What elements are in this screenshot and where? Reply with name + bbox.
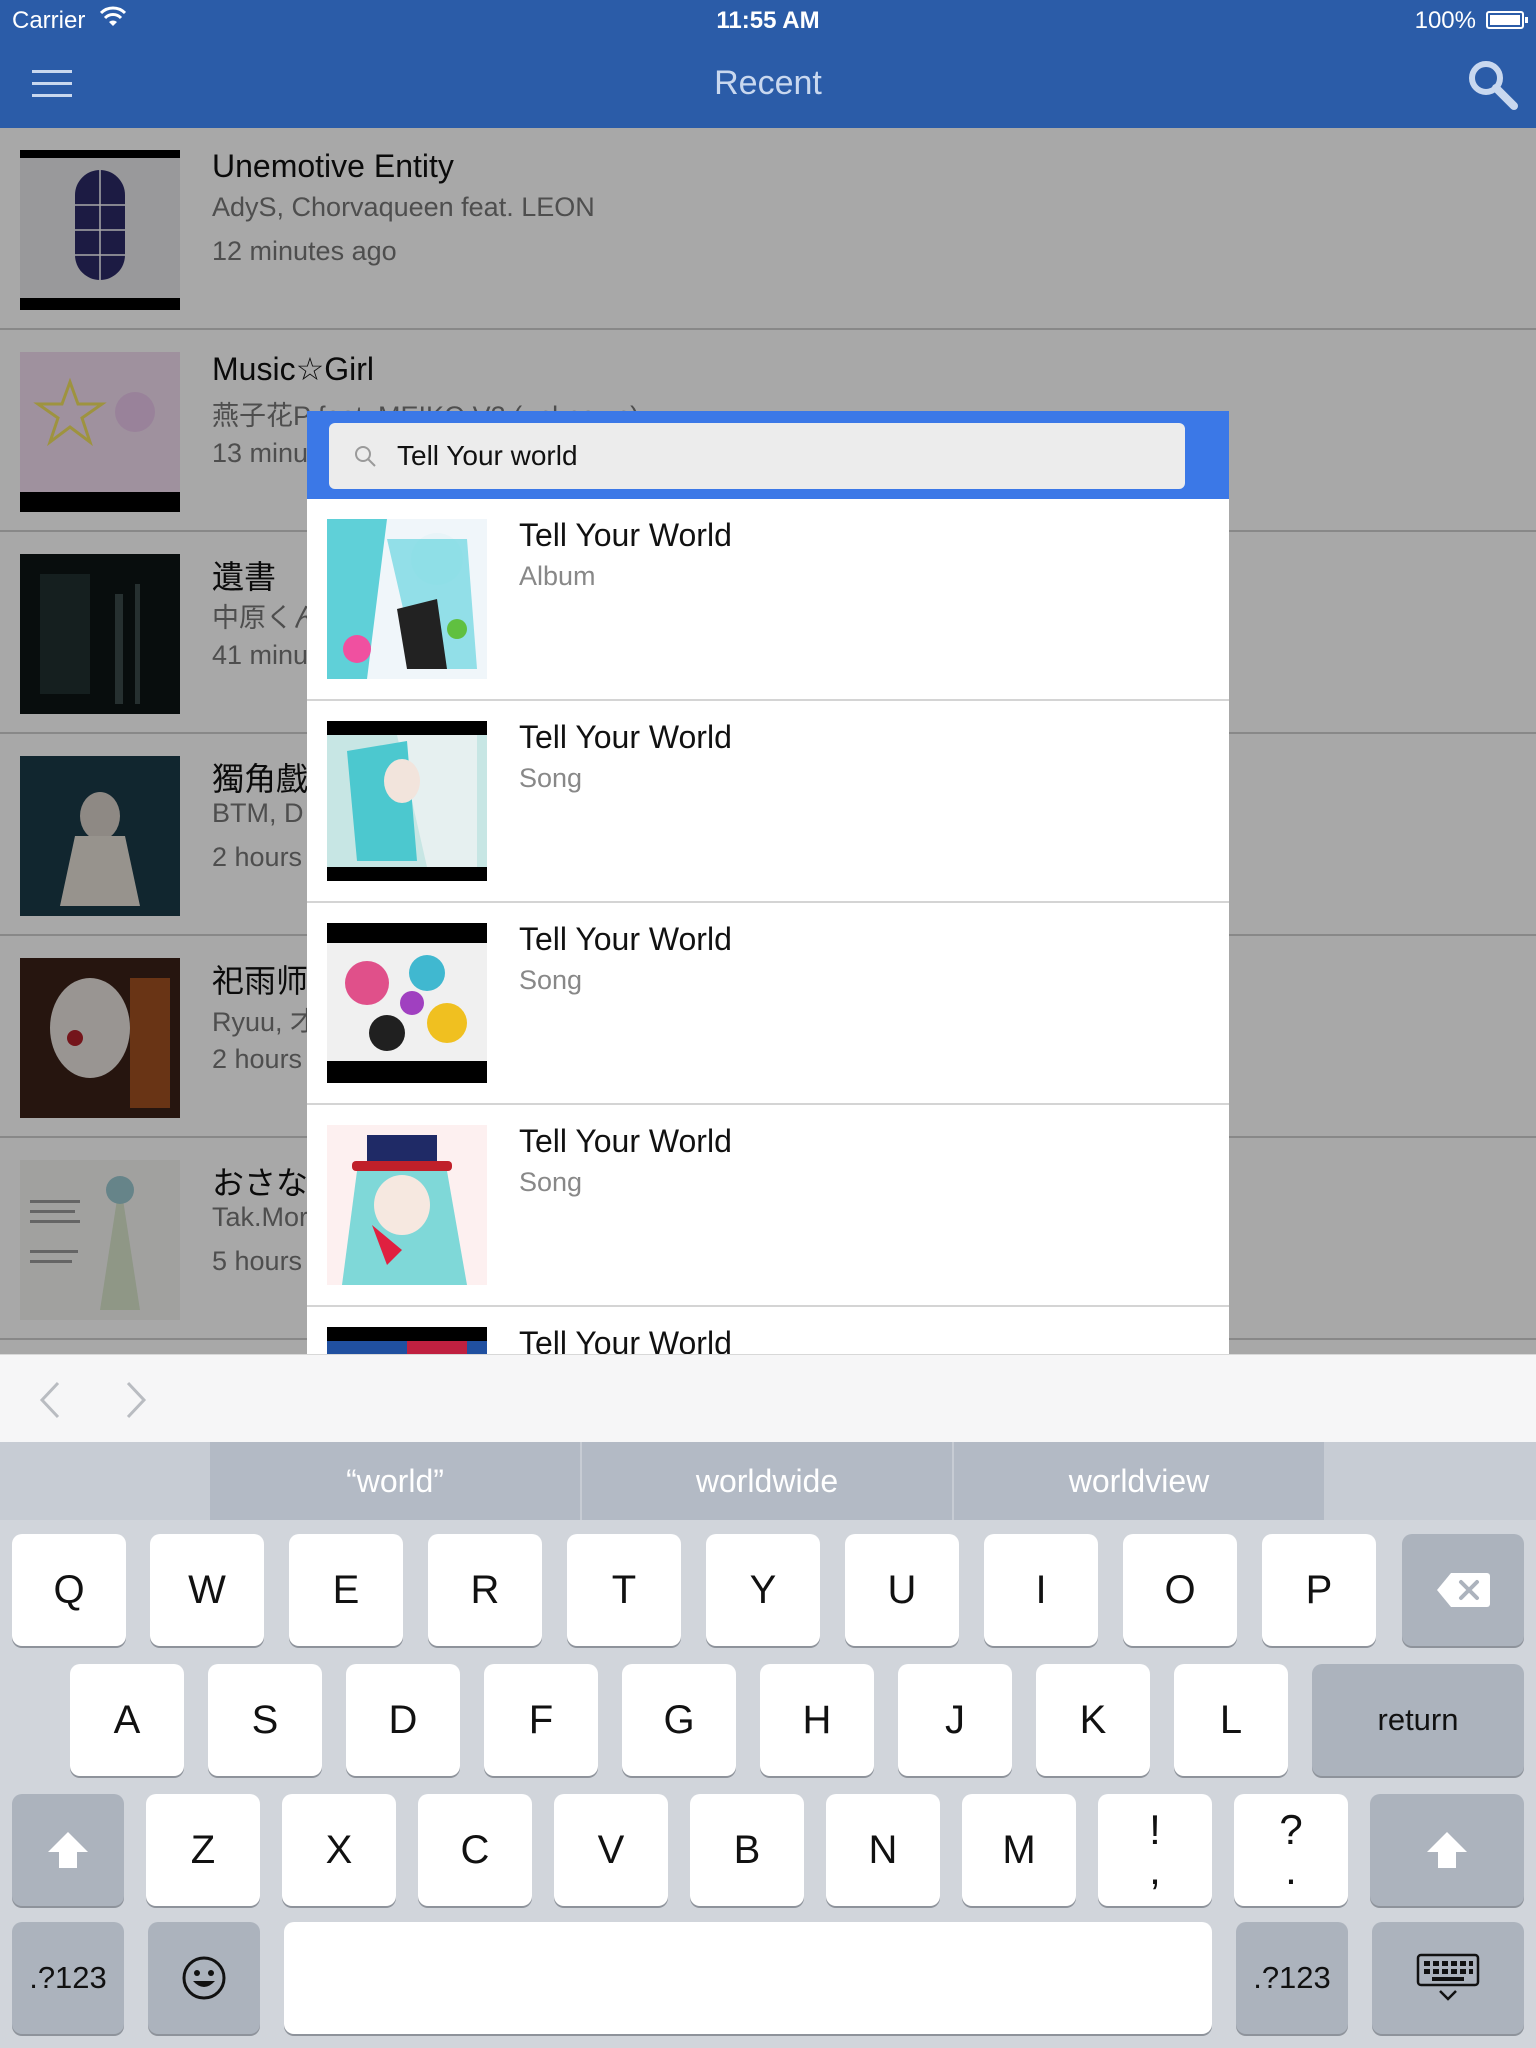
key-lower-char: . (1285, 1846, 1297, 1893)
keyboard-accessory-bar (0, 1354, 1536, 1443)
thumbnail (327, 721, 487, 881)
predictive-bar: “world” worldwide worldview (0, 1442, 1536, 1520)
key-m[interactable]: M (962, 1794, 1076, 1906)
thumbnail (327, 1125, 487, 1285)
battery-percent: 100% (1414, 7, 1476, 34)
key-z[interactable]: Z (146, 1794, 260, 1906)
key-s[interactable]: S (208, 1664, 322, 1776)
keyboard-dismiss-icon (1416, 1953, 1480, 2001)
key-lower-char: , (1149, 1846, 1161, 1893)
result-title: Tell Your World (519, 1325, 732, 1354)
search-field[interactable] (329, 423, 1185, 489)
key-v[interactable]: V (554, 1794, 668, 1906)
result-title: Tell Your World (519, 517, 732, 553)
key-y[interactable]: Y (706, 1534, 820, 1646)
key-t[interactable]: T (567, 1534, 681, 1646)
space-bar[interactable] (284, 1922, 1212, 2034)
key-g[interactable]: G (622, 1664, 736, 1776)
key-i[interactable]: I (984, 1534, 1098, 1646)
key-f[interactable]: F (484, 1664, 598, 1776)
search-icon (355, 446, 376, 467)
dismiss-keyboard-key[interactable] (1372, 1922, 1524, 2034)
key-c[interactable]: C (418, 1794, 532, 1906)
key-d[interactable]: D (346, 1664, 460, 1776)
thumbnail (327, 1327, 487, 1354)
key-o[interactable]: O (1123, 1534, 1237, 1646)
thumbnail (327, 519, 487, 679)
delete-key[interactable] (1402, 1534, 1524, 1646)
result-title: Tell Your World (519, 719, 732, 755)
result-type: Song (519, 763, 583, 793)
page-title: Recent (714, 64, 822, 102)
result-title: Tell Your World (519, 1123, 732, 1159)
key-h[interactable]: H (760, 1664, 874, 1776)
status-bar: Carrier 11:55 AM 100% (0, 0, 1536, 40)
battery-icon (1486, 11, 1528, 29)
clock: 11:55 AM (716, 7, 820, 34)
key-w[interactable]: W (150, 1534, 264, 1646)
shift-icon (1427, 1832, 1467, 1868)
search-input[interactable] (397, 423, 1167, 489)
search-result[interactable]: Tell Your World Album (307, 499, 1229, 701)
numbers-key-right[interactable]: .?123 (1236, 1922, 1348, 2034)
key-u[interactable]: U (845, 1534, 959, 1646)
suggestion-1[interactable]: “world” (210, 1442, 580, 1520)
search-result[interactable]: Tell Your World Song (307, 1105, 1229, 1307)
result-type: Song (519, 965, 583, 995)
emoji-key[interactable] (148, 1922, 260, 2034)
next-arrow-icon[interactable] (110, 1375, 160, 1425)
search-header (307, 411, 1229, 499)
key-l[interactable]: L (1174, 1664, 1288, 1776)
previous-arrow-icon[interactable] (26, 1375, 76, 1425)
search-result[interactable]: Tell Your World (307, 1307, 1229, 1354)
search-icon[interactable] (1464, 56, 1520, 112)
key-n[interactable]: N (826, 1794, 940, 1906)
key-r[interactable]: R (428, 1534, 542, 1646)
search-popover: Tell Your World Album Tell Your World So… (307, 411, 1229, 1354)
key-exclamation-comma[interactable]: !, (1098, 1794, 1212, 1906)
key-j[interactable]: J (898, 1664, 1012, 1776)
delete-icon (1437, 1573, 1490, 1607)
key-k[interactable]: K (1036, 1664, 1150, 1776)
shift-icon (48, 1832, 88, 1868)
suggestion-2[interactable]: worldwide (582, 1442, 952, 1520)
result-title: Tell Your World (519, 921, 732, 957)
suggestion-3[interactable]: worldview (954, 1442, 1324, 1520)
numbers-key-left[interactable]: .?123 (12, 1922, 124, 2034)
result-type: Album (519, 561, 596, 591)
search-result[interactable]: Tell Your World Song (307, 903, 1229, 1105)
return-key[interactable]: return (1312, 1664, 1524, 1776)
shift-key-right[interactable] (1370, 1794, 1524, 1906)
key-b[interactable]: B (690, 1794, 804, 1906)
key-x[interactable]: X (282, 1794, 396, 1906)
key-upper-char: ! (1149, 1806, 1161, 1853)
key-question-period[interactable]: ?. (1234, 1794, 1348, 1906)
navigation-bar: Recent (0, 40, 1536, 128)
key-upper-char: ? (1279, 1806, 1303, 1853)
shift-key-left[interactable] (12, 1794, 124, 1906)
key-e[interactable]: E (289, 1534, 403, 1646)
keyboard: “world” worldwide worldview Q W E R T Y … (0, 1442, 1536, 2048)
key-a[interactable]: A (70, 1664, 184, 1776)
key-q[interactable]: Q (12, 1534, 126, 1646)
emoji-icon (182, 1956, 226, 2000)
result-type: Song (519, 1167, 583, 1197)
key-p[interactable]: P (1262, 1534, 1376, 1646)
thumbnail (327, 923, 487, 1083)
search-result[interactable]: Tell Your World Song (307, 701, 1229, 903)
